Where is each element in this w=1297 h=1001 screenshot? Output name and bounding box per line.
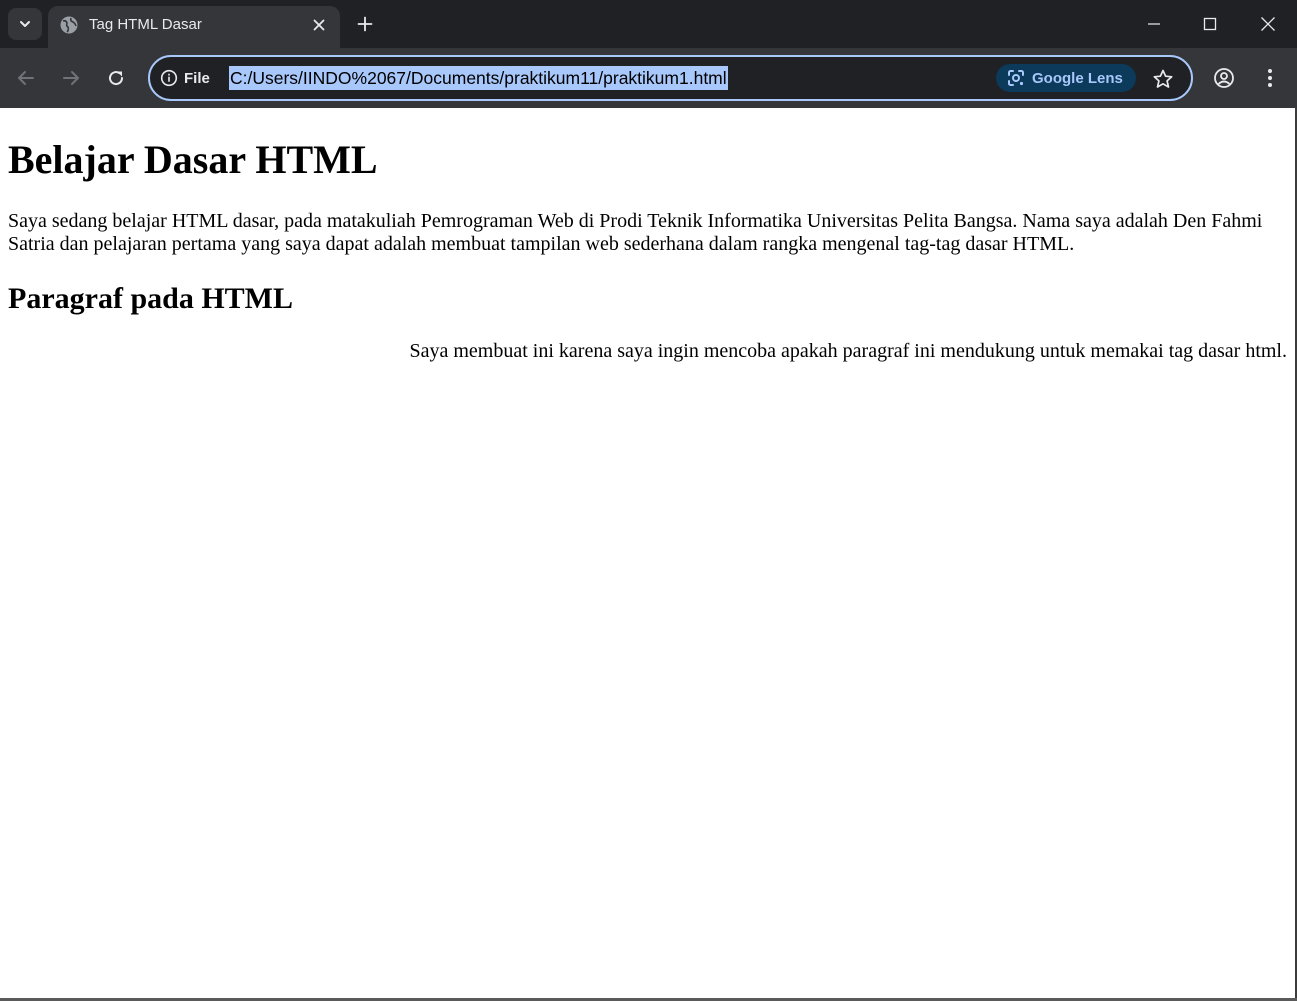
toolbar: File C:/Users/IINDO%2067/Documents/prakt… [0,48,1297,108]
bookmark-button[interactable] [1150,66,1176,92]
page-viewport: Belajar Dasar HTML Saya sedang belajar H… [0,108,1297,1001]
arrow-right-icon [63,71,79,85]
star-icon [1153,69,1173,88]
more-vertical-icon [1268,69,1272,87]
browser-window: Tag HTML Dasar File C:/Users/IINDO%2067/… [0,0,1297,1001]
account-circle-icon [1214,68,1234,88]
tab-active[interactable]: Tag HTML Dasar [48,6,340,48]
page-heading-2: Paragraf pada HTML [8,282,293,315]
page-heading-1: Belajar Dasar HTML [8,137,378,182]
address-bar[interactable]: File C:/Users/IINDO%2067/Documents/prakt… [148,55,1193,101]
camera-lens-icon [1006,68,1026,88]
new-tab-button[interactable] [350,9,380,39]
close-icon [313,19,325,31]
page-body: Belajar Dasar HTML Saya sedang belajar H… [0,137,1295,363]
tab-title: Tag HTML Dasar [89,16,202,33]
plus-icon [357,16,373,32]
tab-close-button[interactable] [308,14,330,36]
globe-icon [59,15,79,35]
arrow-left-icon [18,71,34,85]
site-info-label: File [184,69,210,87]
chevron-down-icon [18,17,32,31]
minimize-icon [1148,23,1160,25]
browser-menu-button[interactable] [1255,63,1285,93]
close-icon [1261,17,1275,31]
forward-button[interactable] [55,62,87,94]
back-button[interactable] [10,62,42,94]
reload-button[interactable] [100,62,132,94]
profile-button[interactable] [1209,63,1239,93]
site-info-button[interactable]: File [160,67,210,89]
google-lens-label: Google Lens [1032,69,1123,87]
tab-search-button[interactable] [8,8,42,40]
page-paragraph-2: Saya membuat ini karena saya ingin menco… [409,340,1288,362]
google-lens-button[interactable]: Google Lens [996,64,1136,92]
page-paragraph-1: Saya sedang belajar HTML dasar, pada mat… [8,210,1263,255]
window-close-button[interactable] [1240,0,1296,48]
tab-strip: Tag HTML Dasar [0,0,1297,48]
maximize-icon [1203,17,1217,31]
info-icon [160,69,178,87]
url-text[interactable]: C:/Users/IINDO%2067/Documents/praktikum1… [229,66,728,90]
reload-icon [109,71,124,86]
window-minimize-button[interactable] [1126,0,1182,48]
window-maximize-button[interactable] [1182,0,1238,48]
